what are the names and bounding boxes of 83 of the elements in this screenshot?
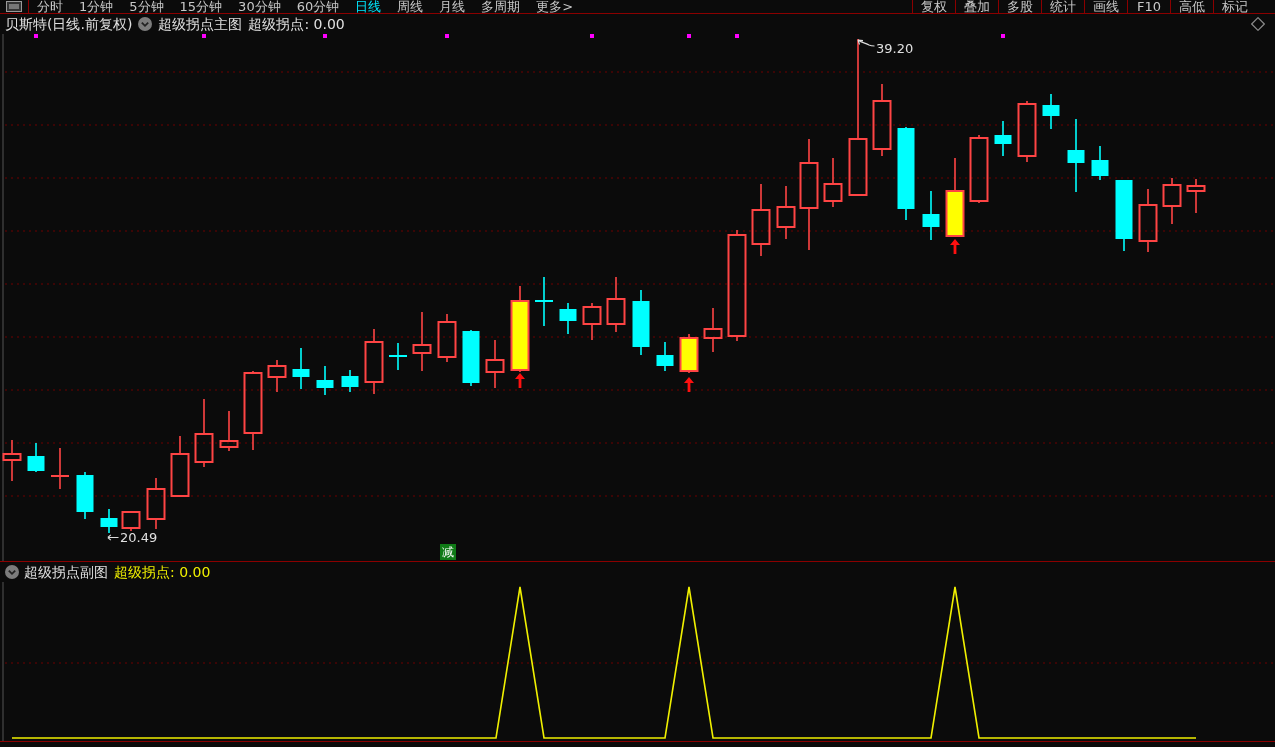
- high-price-label: 39.20: [876, 41, 914, 56]
- stock-title: 贝斯特(日线.前复权): [5, 15, 133, 33]
- candlestick: [100, 508, 118, 534]
- candlestick: [1042, 93, 1060, 130]
- candlestick: [316, 365, 334, 396]
- toolbar-button[interactable]: 标记: [1213, 0, 1256, 13]
- period-tab[interactable]: 日线: [354, 0, 383, 13]
- period-tab[interactable]: 1分钟: [78, 0, 115, 13]
- candlestick: [1091, 145, 1109, 181]
- candlestick: [582, 302, 602, 341]
- period-tab[interactable]: 更多>: [535, 0, 575, 13]
- period-tab[interactable]: 月线: [438, 0, 467, 13]
- toolbar-button[interactable]: 画线: [1084, 0, 1127, 13]
- candlestick: [341, 369, 359, 393]
- candlestick: [485, 339, 505, 389]
- marker-icon: [590, 34, 594, 38]
- toolbar-button[interactable]: 统计: [1041, 0, 1084, 13]
- pointer-arrow-icon: [857, 39, 875, 49]
- indicator-reading: 超级拐点: 0.00: [248, 15, 345, 33]
- candlestick: [776, 185, 796, 240]
- pointer-arrow-icon: [107, 534, 119, 541]
- candlestick: [121, 511, 141, 532]
- window-icon[interactable]: [6, 1, 22, 12]
- candlestick: [50, 447, 70, 490]
- candlestick: [1162, 177, 1182, 225]
- candlestick: [194, 398, 214, 468]
- collapse-icon[interactable]: [5, 565, 19, 579]
- candlestick: [76, 471, 94, 520]
- up-arrow-icon: [684, 377, 694, 392]
- period-tab[interactable]: 周线: [396, 0, 425, 13]
- candlestick: [969, 134, 989, 204]
- candlestick: [2, 439, 22, 482]
- candlestick: [656, 341, 674, 372]
- candlestick: [412, 311, 432, 372]
- marker-icon: [687, 34, 691, 38]
- marker-icon: [202, 34, 206, 38]
- candlestick: [632, 289, 650, 356]
- candlestick: [219, 410, 239, 452]
- indicator-reading: 超级拐点: 0.00: [114, 563, 211, 581]
- candlestick: [27, 442, 45, 473]
- period-tab[interactable]: 15分钟: [178, 0, 224, 13]
- candlestick: [823, 157, 843, 208]
- low-price-label: 20.49: [120, 530, 158, 545]
- candlestick: [170, 435, 190, 498]
- up-arrow-icon: [515, 373, 525, 388]
- candlestick: [1186, 178, 1206, 214]
- indicator-name: 超级拐点主图: [158, 15, 243, 33]
- candlestick: [559, 302, 577, 335]
- candlestick: [1138, 188, 1158, 253]
- candlestick: [679, 333, 699, 374]
- signal-badge: 减: [440, 544, 456, 560]
- marker-icon: [735, 34, 739, 38]
- period-tab[interactable]: 5分钟: [128, 0, 165, 13]
- marker-icon: [34, 34, 38, 38]
- marker-icon: [1001, 34, 1005, 38]
- candlestick: [922, 190, 940, 241]
- toolbar-button[interactable]: 高低: [1170, 0, 1213, 13]
- toolbar-button[interactable]: 叠加: [955, 0, 998, 13]
- candlestick: [292, 347, 310, 390]
- period-tab[interactable]: 分时: [36, 0, 64, 13]
- candlestick: [146, 477, 166, 530]
- period-tab[interactable]: 60分钟: [295, 0, 341, 13]
- toolbar-button[interactable]: F10: [1127, 0, 1170, 13]
- candlestick: [364, 328, 384, 395]
- diamond-icon[interactable]: [1251, 17, 1265, 31]
- collapse-icon[interactable]: [138, 17, 153, 31]
- marker-icon: [445, 34, 449, 38]
- period-tab[interactable]: 30分钟: [237, 0, 282, 13]
- candlestick: [994, 120, 1012, 157]
- period-tab[interactable]: 多周期: [480, 0, 522, 13]
- toolbar-button[interactable]: 多股: [998, 0, 1041, 13]
- candlestick: [462, 329, 480, 387]
- candlestick: [1017, 100, 1037, 163]
- candlestick: [437, 313, 457, 363]
- candlestick: [606, 276, 626, 333]
- candlestick: [703, 307, 723, 353]
- candlestick: [534, 276, 554, 327]
- candlestick: [267, 359, 287, 393]
- candlestick: [388, 342, 408, 371]
- toolbar-button[interactable]: 复权: [912, 0, 955, 13]
- marker-icon: [323, 34, 327, 38]
- indicator-name: 超级拐点副图: [24, 563, 108, 581]
- up-arrow-icon: [950, 239, 960, 254]
